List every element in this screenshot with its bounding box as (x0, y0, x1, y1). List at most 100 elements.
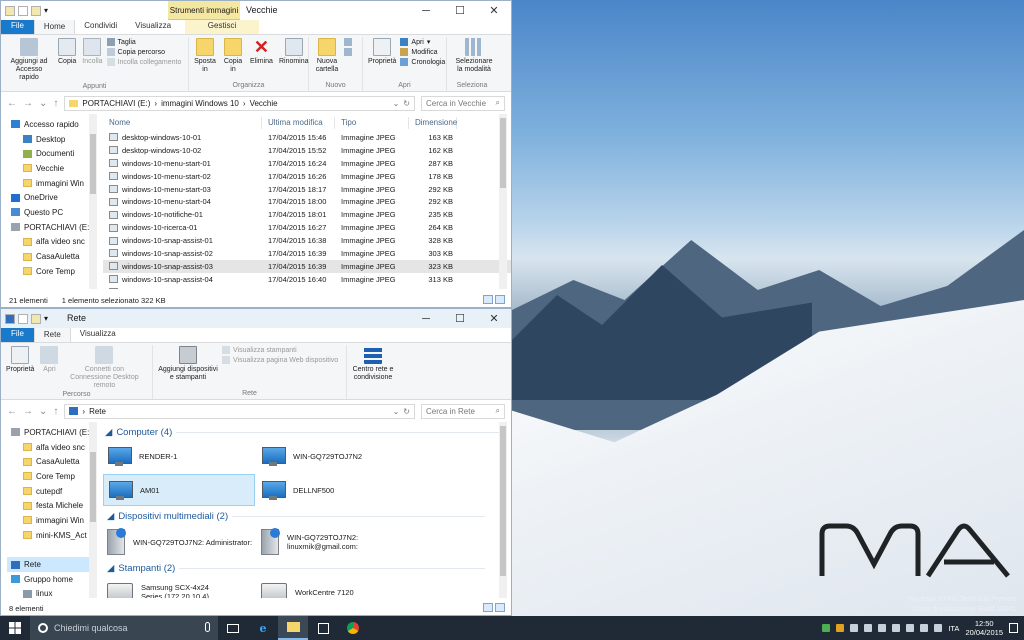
nav-item[interactable]: Core Temp (7, 264, 96, 279)
nav-item[interactable]: alfa video snc (7, 235, 96, 250)
group-header-media[interactable]: ◢ Dispositivi multimediali (2) (105, 508, 497, 524)
up-arrow-icon[interactable]: ↑ (53, 98, 58, 109)
chrome-icon[interactable] (338, 616, 368, 640)
column-size[interactable]: Dimensione (409, 116, 457, 129)
copy-to-button[interactable]: Copia in (220, 37, 246, 74)
file-row[interactable]: windows-10-menu-start-01 17/04/2015 16:24… (103, 157, 511, 170)
back-arrow-icon[interactable]: ← (7, 406, 17, 417)
list-scroll-thumb[interactable] (500, 426, 506, 576)
computer-item[interactable]: RENDER-1 (103, 440, 255, 472)
media-device-item[interactable]: WIN-GQ729TOJ7N2: Administrator: (103, 526, 255, 558)
new-folder-icon[interactable] (31, 5, 41, 16)
task-view-icon[interactable] (218, 616, 248, 640)
nav-item[interactable]: Rete (7, 557, 96, 572)
tab-gestisci[interactable]: Gestisci (185, 19, 260, 34)
list-scroll-thumb[interactable] (500, 118, 506, 188)
breadcrumb-current[interactable]: Vecchie (250, 99, 278, 108)
chevron-down-icon[interactable]: ▾ (44, 314, 54, 324)
column-name[interactable]: Nome (103, 116, 262, 129)
file-row[interactable]: windows-10-notifiche-01 17/04/2015 18:01 I… (103, 208, 511, 221)
remote-desktop-button[interactable]: Connetti con Connessione Desktop remoto (62, 345, 146, 390)
paste-button[interactable]: Incolla (80, 37, 104, 66)
nav-item[interactable]: Desktop (7, 132, 96, 147)
file-row[interactable]: windows-10-menu-start-03 17/04/2015 18:17… (103, 183, 511, 196)
list-scrollbar[interactable] (499, 422, 507, 598)
nav-item[interactable]: Vecchie (7, 161, 96, 176)
list-scrollbar[interactable] (499, 114, 507, 289)
nav-scrollbar[interactable] (89, 422, 97, 598)
refresh-icon[interactable]: ↻ (403, 99, 410, 108)
tab-rete[interactable]: Rete (33, 327, 71, 342)
file-row[interactable]: windows-10-snap-assist-05 17/04/2015 16:4… (103, 286, 511, 289)
volume-icon[interactable] (920, 624, 929, 632)
address-bar[interactable]: › Rete ⌄ ↻ (64, 403, 415, 419)
nav-item[interactable]: CasaAuletta (7, 249, 96, 264)
computer-item[interactable]: DELLNF500 (257, 474, 409, 506)
title-bar[interactable]: ▾ Strumenti immagini Vecchie ─ ☐ ✕ (1, 1, 511, 20)
nav-item[interactable]: festa Michele (7, 498, 96, 513)
nav-item[interactable]: linux (7, 587, 96, 598)
details-view-icon[interactable] (483, 603, 493, 612)
column-date[interactable]: Ultima modifica (262, 116, 335, 129)
nav-item[interactable]: Accesso rapido (7, 117, 96, 132)
nav-item[interactable]: mini-KMS_Act (7, 528, 96, 543)
microphone-icon[interactable] (205, 622, 210, 632)
nav-item[interactable]: immagini Win (7, 176, 96, 191)
address-dropdown-icon[interactable]: ⌄ (393, 407, 400, 416)
copy-button[interactable]: Copia (56, 37, 78, 66)
paste-link-button[interactable]: Incolla collegamento (106, 58, 181, 66)
nav-item[interactable]: Documenti (7, 146, 96, 161)
tab-file[interactable]: File (1, 19, 34, 34)
forward-arrow-icon[interactable]: → (23, 98, 33, 109)
computer-item[interactable]: WIN-GQ729TOJ7N2 (257, 440, 409, 472)
title-bar[interactable]: ▾ Rete ─ ☐ ✕ (1, 309, 511, 328)
file-row[interactable]: windows-10-snap-assist-02 17/04/2015 16:3… (103, 247, 511, 260)
easy-access-button[interactable] (344, 48, 352, 56)
pin-quick-access-button[interactable]: Aggiungi ad Accesso rapido (4, 37, 54, 82)
printer-item[interactable]: WorkCentre 7120 (257, 576, 409, 598)
nav-item[interactable]: Gruppo home (7, 572, 96, 587)
network-center-button[interactable]: Centro rete e condivisione (350, 345, 396, 382)
delete-button[interactable]: ✕ Elimina (248, 37, 275, 66)
open-button[interactable]: Apri (38, 345, 60, 374)
notifications-icon[interactable] (1009, 623, 1018, 633)
file-row[interactable]: windows-10-menu-start-02 17/04/2015 16:26… (103, 170, 511, 183)
add-devices-button[interactable]: Aggiungi dispositivi e stampanti (156, 345, 220, 382)
details-view-icon[interactable] (483, 295, 493, 304)
chevron-down-icon[interactable]: ⌄ (39, 98, 47, 109)
rename-button[interactable]: Rinomina (277, 37, 311, 66)
tray-icon[interactable] (822, 624, 831, 632)
minimize-button[interactable]: ─ (409, 1, 443, 20)
history-button[interactable]: Cronologia (400, 58, 445, 66)
nav-item[interactable]: cutepdf (7, 484, 96, 499)
copy-path-button[interactable]: Copia percorso (106, 48, 182, 56)
back-arrow-icon[interactable]: ← (7, 98, 17, 109)
nav-scrollbar[interactable] (89, 114, 97, 289)
address-bar[interactable]: PORTACHIAVI (E:) › immagini Windows 10 › V… (64, 95, 415, 111)
nav-scroll-thumb[interactable] (90, 452, 96, 522)
select-mode-button[interactable]: Selezionare la modalità (450, 37, 498, 74)
breadcrumb-current[interactable]: Rete (89, 407, 106, 416)
tray-icon[interactable] (892, 624, 901, 632)
view-printers-button[interactable]: Visualizza stampanti (222, 346, 338, 354)
move-to-button[interactable]: Sposta in (192, 37, 218, 74)
nav-item[interactable]: Core Temp (7, 469, 96, 484)
language-indicator[interactable]: ITA (948, 624, 959, 633)
maximize-button[interactable]: ☐ (443, 309, 477, 328)
file-row[interactable]: windows-10-snap-assist-04 17/04/2015 16:4… (103, 273, 511, 286)
search-input[interactable]: Cerca in Vecchie ⌕ (421, 95, 505, 111)
file-row[interactable]: desktop-windows-10-01 17/04/2015 15:46 Imm… (103, 131, 511, 144)
edge-browser-icon[interactable]: e (248, 616, 278, 640)
tab-visualizza[interactable]: Visualizza (126, 19, 180, 34)
minimize-button[interactable]: ─ (409, 309, 443, 328)
tray-icon[interactable] (836, 624, 845, 632)
keyboard-icon[interactable] (934, 624, 943, 632)
large-icons-view-icon[interactable] (495, 603, 505, 612)
media-device-item[interactable]: WIN-GQ729TOJ7N2: linuxmik@gmail.com: (257, 526, 409, 558)
start-button[interactable] (0, 616, 30, 640)
new-folder-button[interactable]: Nuova cartella (312, 37, 342, 74)
nav-item[interactable]: Questo PC (7, 205, 96, 220)
close-button[interactable]: ✕ (477, 1, 511, 20)
file-explorer-icon[interactable] (278, 616, 308, 640)
nav-scroll-thumb[interactable] (90, 134, 96, 194)
